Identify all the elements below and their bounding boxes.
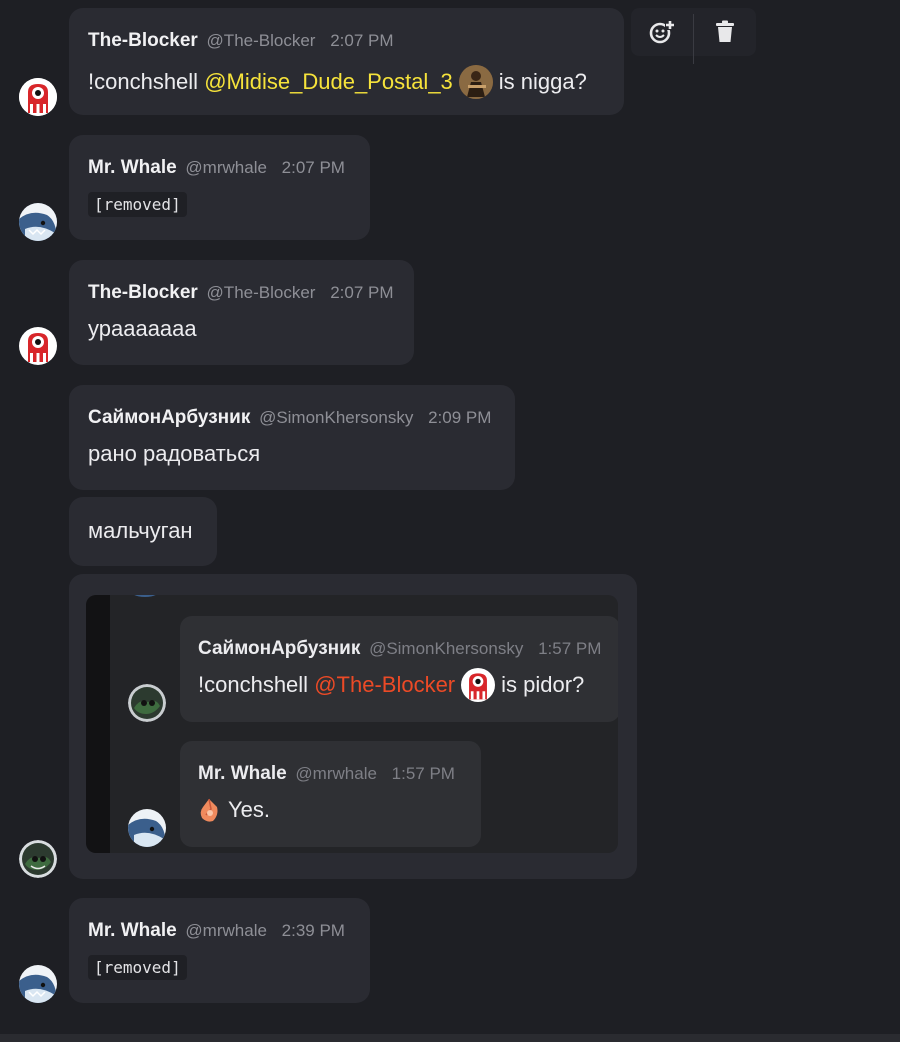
message-bubble[interactable]: The-Blocker @The-Blocker 2:07 PM !conchs… — [69, 8, 624, 115]
mention-avatar — [461, 668, 496, 702]
message-header: The-Blocker @The-Blocker 2:07 PM — [88, 282, 394, 304]
username[interactable]: The-Blocker — [88, 282, 198, 303]
user-mention: @The-Blocker — [314, 672, 456, 697]
avatar — [128, 684, 166, 722]
message-text: мальчуган — [88, 518, 193, 543]
timestamp: 2:07 PM — [281, 158, 345, 177]
avatar[interactable] — [19, 965, 57, 1003]
image-attachment[interactable]: СаймонАрбузник @SimonKhersonsky 1:57 PM … — [86, 595, 618, 853]
user-handle: @mrwhale — [185, 921, 267, 940]
avatar[interactable] — [19, 203, 57, 241]
command-text: !conchshell — [88, 69, 199, 94]
message-text-end: is nigga? — [498, 69, 587, 94]
whale-avatar-icon — [19, 965, 57, 1003]
timestamp: 2:07 PM — [330, 283, 394, 302]
message-header: СаймонАрбузник @SimonKhersonsky 1:57 PM — [198, 638, 601, 660]
mention-avatar — [458, 65, 493, 99]
avatar[interactable] — [19, 327, 57, 365]
avatar — [128, 809, 166, 847]
trash-icon — [716, 20, 734, 42]
add-reaction-button[interactable] — [631, 8, 693, 56]
whale-avatar-icon — [19, 203, 57, 241]
message-text-end: is pidor? — [501, 672, 585, 697]
user-handle: @SimonKhersonsky — [259, 408, 414, 427]
username[interactable]: The-Blocker — [88, 30, 198, 51]
message-text: урааааааа — [88, 316, 197, 341]
message-bubble[interactable]: The-Blocker @The-Blocker 2:07 PM урааааа… — [69, 260, 414, 365]
message-text: !conchshell @Midise_Dude_Postal_3 is nig… — [88, 65, 587, 99]
avatar[interactable] — [19, 840, 57, 878]
embed-sidebar — [86, 595, 110, 853]
embedded-message: СаймонАрбузник @SimonKhersonsky 1:57 PM … — [180, 616, 618, 722]
command-text: !conchshell — [198, 672, 309, 697]
blocker-avatar-icon — [19, 78, 57, 116]
blocker-avatar-icon — [461, 668, 496, 702]
message-header: Mr. Whale @mrwhale 1:57 PM — [198, 763, 455, 785]
timestamp: 2:39 PM — [281, 921, 345, 940]
username[interactable]: Mr. Whale — [88, 920, 177, 941]
user-handle: @mrwhale — [295, 764, 377, 783]
user-handle: @The-Blocker — [206, 31, 316, 50]
message-actions-toolbar — [631, 8, 756, 64]
simon-avatar-icon — [128, 684, 166, 722]
user-handle: @SimonKhersonsky — [369, 639, 524, 658]
inline-code: [removed] — [88, 192, 187, 217]
message-text: рано радоваться — [88, 441, 261, 466]
username: СаймонАрбузник — [198, 638, 361, 659]
message-bubble[interactable]: Mr. Whale @mrwhale 2:07 PM [removed] — [69, 135, 370, 240]
message-text: !conchshell @The-Blocker is pidor? — [198, 668, 584, 702]
username[interactable]: СаймонАрбузник — [88, 407, 250, 428]
message-header: Mr. Whale @mrwhale 2:39 PM — [88, 920, 345, 942]
username[interactable]: Mr. Whale — [88, 157, 177, 178]
add-reaction-icon — [649, 20, 675, 44]
avatar[interactable] — [19, 78, 57, 116]
embedded-message: Mr. Whale @mrwhale 1:57 PM Yes. — [180, 741, 481, 847]
cropped-avatar — [128, 595, 162, 597]
user-handle: @mrwhale — [185, 158, 267, 177]
delete-message-button[interactable] — [694, 8, 756, 56]
message-input-edge — [0, 1034, 900, 1042]
reply-text: Yes. — [228, 797, 271, 822]
user-handle: @The-Blocker — [206, 283, 316, 302]
simon-avatar-icon — [19, 840, 57, 878]
message-header: The-Blocker @The-Blocker 2:07 PM — [88, 30, 394, 52]
whale-avatar-icon — [128, 809, 166, 847]
message-header: Mr. Whale @mrwhale 2:07 PM — [88, 157, 345, 179]
message-bubble[interactable]: мальчуган — [69, 497, 217, 566]
username: Mr. Whale — [198, 763, 287, 784]
inline-code: [removed] — [88, 955, 187, 980]
conch-shell-icon — [200, 798, 218, 822]
timestamp: 2:07 PM — [330, 31, 394, 50]
timestamp: 2:09 PM — [428, 408, 492, 427]
message-text: Yes. — [198, 797, 270, 823]
postal-avatar-icon — [458, 65, 493, 99]
timestamp: 1:57 PM — [391, 764, 455, 783]
message-header: СаймонАрбузник @SimonKhersonsky 2:09 PM — [88, 407, 491, 429]
message-bubble[interactable]: СаймонАрбузник @SimonKhersonsky 2:09 PM … — [69, 385, 515, 490]
user-mention[interactable]: @Midise_Dude_Postal_3 — [204, 69, 453, 95]
timestamp: 1:57 PM — [538, 639, 602, 658]
blocker-avatar-icon — [19, 327, 57, 365]
message-bubble[interactable]: Mr. Whale @mrwhale 2:39 PM [removed] — [69, 898, 370, 1003]
